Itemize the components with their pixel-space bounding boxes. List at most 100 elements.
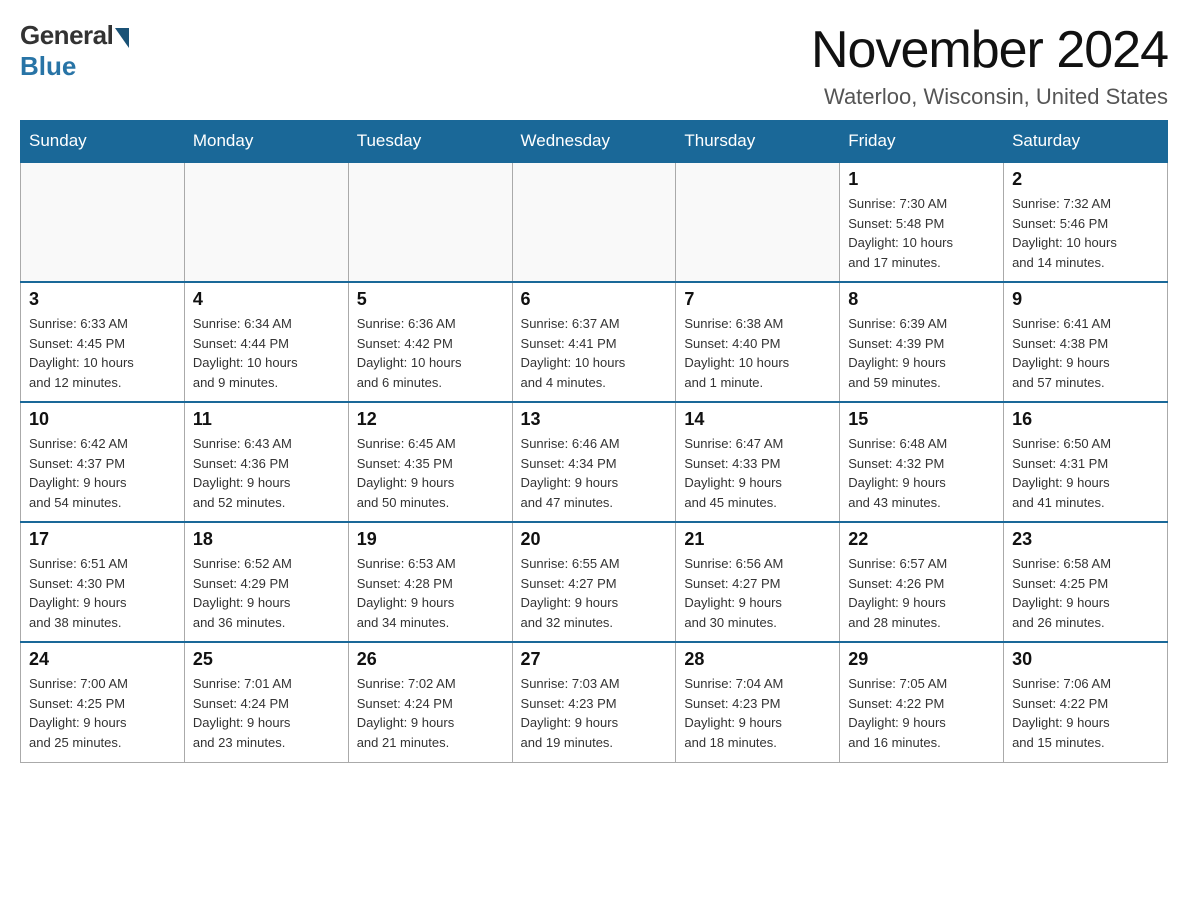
day-info: Sunrise: 6:38 AM Sunset: 4:40 PM Dayligh… (684, 314, 831, 392)
column-header-saturday: Saturday (1004, 121, 1168, 163)
day-info: Sunrise: 6:52 AM Sunset: 4:29 PM Dayligh… (193, 554, 340, 632)
calendar-cell: 1 Sunrise: 7:30 AM Sunset: 5:48 PM Daylig… (840, 162, 1004, 282)
day-number: 26 (357, 649, 504, 670)
calendar-cell: 25 Sunrise: 7:01 AM Sunset: 4:24 PM Dayli… (184, 642, 348, 762)
day-info: Sunrise: 7:01 AM Sunset: 4:24 PM Dayligh… (193, 674, 340, 752)
calendar-cell: 17Sunrise: 6:51 AM Sunset: 4:30 PM Dayli… (21, 522, 185, 642)
day-number: 12 (357, 409, 504, 430)
week-row-2: 10 Sunrise: 6:42 AM Sunset: 4:37 PM Dayli… (21, 402, 1168, 522)
calendar-cell: 18Sunrise: 6:52 AM Sunset: 4:29 PM Dayli… (184, 522, 348, 642)
column-header-sunday: Sunday (21, 121, 185, 163)
day-info: Sunrise: 7:05 AM Sunset: 4:22 PM Dayligh… (848, 674, 995, 752)
calendar-cell: 3Sunrise: 6:33 AM Sunset: 4:45 PM Daylig… (21, 282, 185, 402)
day-number: 6 (521, 289, 668, 310)
calendar-cell: 23 Sunrise: 6:58 AM Sunset: 4:25 PM Dayli… (1004, 522, 1168, 642)
calendar-header-row: SundayMondayTuesdayWednesdayThursdayFrid… (21, 121, 1168, 163)
calendar-cell: 13 Sunrise: 6:46 AM Sunset: 4:34 PM Dayli… (512, 402, 676, 522)
day-info: Sunrise: 6:53 AM Sunset: 4:28 PM Dayligh… (357, 554, 504, 632)
page-header: General Blue November 2024 Waterloo, Wis… (20, 20, 1168, 110)
day-info: Sunrise: 6:57 AM Sunset: 4:26 PM Dayligh… (848, 554, 995, 632)
calendar-cell (348, 162, 512, 282)
calendar-cell: 16 Sunrise: 6:50 AM Sunset: 4:31 PM Dayli… (1004, 402, 1168, 522)
calendar-cell: 30 Sunrise: 7:06 AM Sunset: 4:22 PM Dayli… (1004, 642, 1168, 762)
calendar-cell: 22 Sunrise: 6:57 AM Sunset: 4:26 PM Dayli… (840, 522, 1004, 642)
week-row-0: 1 Sunrise: 7:30 AM Sunset: 5:48 PM Daylig… (21, 162, 1168, 282)
day-info: Sunrise: 6:55 AM Sunset: 4:27 PM Dayligh… (521, 554, 668, 632)
location: Waterloo, Wisconsin, United States (811, 84, 1168, 110)
calendar-cell (676, 162, 840, 282)
day-number: 11 (193, 409, 340, 430)
day-number: 17 (29, 529, 176, 550)
calendar-cell: 28Sunrise: 7:04 AM Sunset: 4:23 PM Dayli… (676, 642, 840, 762)
day-info: Sunrise: 6:43 AM Sunset: 4:36 PM Dayligh… (193, 434, 340, 512)
day-number: 16 (1012, 409, 1159, 430)
calendar-cell: 27 Sunrise: 7:03 AM Sunset: 4:23 PM Dayli… (512, 642, 676, 762)
title-section: November 2024 Waterloo, Wisconsin, Unite… (811, 20, 1168, 110)
calendar-cell: 5 Sunrise: 6:36 AM Sunset: 4:42 PM Daylig… (348, 282, 512, 402)
day-number: 21 (684, 529, 831, 550)
day-info: Sunrise: 6:34 AM Sunset: 4:44 PM Dayligh… (193, 314, 340, 392)
day-number: 19 (357, 529, 504, 550)
day-number: 8 (848, 289, 995, 310)
calendar-cell: 20 Sunrise: 6:55 AM Sunset: 4:27 PM Dayli… (512, 522, 676, 642)
day-number: 30 (1012, 649, 1159, 670)
day-number: 25 (193, 649, 340, 670)
day-info: Sunrise: 6:48 AM Sunset: 4:32 PM Dayligh… (848, 434, 995, 512)
day-number: 22 (848, 529, 995, 550)
week-row-4: 24 Sunrise: 7:00 AM Sunset: 4:25 PM Dayli… (21, 642, 1168, 762)
day-number: 5 (357, 289, 504, 310)
day-info: Sunrise: 6:47 AM Sunset: 4:33 PM Dayligh… (684, 434, 831, 512)
column-header-wednesday: Wednesday (512, 121, 676, 163)
calendar-cell: 8 Sunrise: 6:39 AM Sunset: 4:39 PM Daylig… (840, 282, 1004, 402)
day-info: Sunrise: 6:37 AM Sunset: 4:41 PM Dayligh… (521, 314, 668, 392)
day-number: 13 (521, 409, 668, 430)
day-info: Sunrise: 6:46 AM Sunset: 4:34 PM Dayligh… (521, 434, 668, 512)
day-info: Sunrise: 6:58 AM Sunset: 4:25 PM Dayligh… (1012, 554, 1159, 632)
calendar-cell: 9 Sunrise: 6:41 AM Sunset: 4:38 PM Daylig… (1004, 282, 1168, 402)
logo-blue-text: Blue (20, 51, 76, 82)
day-info: Sunrise: 6:39 AM Sunset: 4:39 PM Dayligh… (848, 314, 995, 392)
calendar-cell (512, 162, 676, 282)
calendar-cell: 15 Sunrise: 6:48 AM Sunset: 4:32 PM Dayli… (840, 402, 1004, 522)
calendar-cell: 14 Sunrise: 6:47 AM Sunset: 4:33 PM Dayli… (676, 402, 840, 522)
calendar-cell (184, 162, 348, 282)
calendar-table: SundayMondayTuesdayWednesdayThursdayFrid… (20, 120, 1168, 763)
day-number: 9 (1012, 289, 1159, 310)
day-info: Sunrise: 6:50 AM Sunset: 4:31 PM Dayligh… (1012, 434, 1159, 512)
day-number: 15 (848, 409, 995, 430)
day-number: 1 (848, 169, 995, 190)
day-info: Sunrise: 7:06 AM Sunset: 4:22 PM Dayligh… (1012, 674, 1159, 752)
day-info: Sunrise: 7:00 AM Sunset: 4:25 PM Dayligh… (29, 674, 176, 752)
day-number: 24 (29, 649, 176, 670)
day-info: Sunrise: 7:04 AM Sunset: 4:23 PM Dayligh… (684, 674, 831, 752)
calendar-cell: 12 Sunrise: 6:45 AM Sunset: 4:35 PM Dayli… (348, 402, 512, 522)
day-number: 20 (521, 529, 668, 550)
day-number: 23 (1012, 529, 1159, 550)
day-number: 3 (29, 289, 176, 310)
day-number: 7 (684, 289, 831, 310)
calendar-cell: 19 Sunrise: 6:53 AM Sunset: 4:28 PM Dayli… (348, 522, 512, 642)
logo-arrow-icon (115, 28, 129, 48)
day-number: 4 (193, 289, 340, 310)
calendar-cell: 6 Sunrise: 6:37 AM Sunset: 4:41 PM Daylig… (512, 282, 676, 402)
calendar-cell: 26Sunrise: 7:02 AM Sunset: 4:24 PM Dayli… (348, 642, 512, 762)
day-info: Sunrise: 6:45 AM Sunset: 4:35 PM Dayligh… (357, 434, 504, 512)
calendar-cell (21, 162, 185, 282)
calendar-cell: 21Sunrise: 6:56 AM Sunset: 4:27 PM Dayli… (676, 522, 840, 642)
day-info: Sunrise: 6:41 AM Sunset: 4:38 PM Dayligh… (1012, 314, 1159, 392)
column-header-tuesday: Tuesday (348, 121, 512, 163)
day-info: Sunrise: 7:30 AM Sunset: 5:48 PM Dayligh… (848, 194, 995, 272)
calendar-cell: 10 Sunrise: 6:42 AM Sunset: 4:37 PM Dayli… (21, 402, 185, 522)
day-number: 14 (684, 409, 831, 430)
day-number: 2 (1012, 169, 1159, 190)
day-info: Sunrise: 6:42 AM Sunset: 4:37 PM Dayligh… (29, 434, 176, 512)
logo: General Blue (20, 20, 129, 82)
calendar-cell: 4 Sunrise: 6:34 AM Sunset: 4:44 PM Daylig… (184, 282, 348, 402)
week-row-3: 17Sunrise: 6:51 AM Sunset: 4:30 PM Dayli… (21, 522, 1168, 642)
day-number: 27 (521, 649, 668, 670)
logo-general-text: General (20, 20, 113, 51)
calendar-cell: 2Sunrise: 7:32 AM Sunset: 5:46 PM Daylig… (1004, 162, 1168, 282)
day-info: Sunrise: 7:03 AM Sunset: 4:23 PM Dayligh… (521, 674, 668, 752)
day-number: 10 (29, 409, 176, 430)
day-info: Sunrise: 6:36 AM Sunset: 4:42 PM Dayligh… (357, 314, 504, 392)
